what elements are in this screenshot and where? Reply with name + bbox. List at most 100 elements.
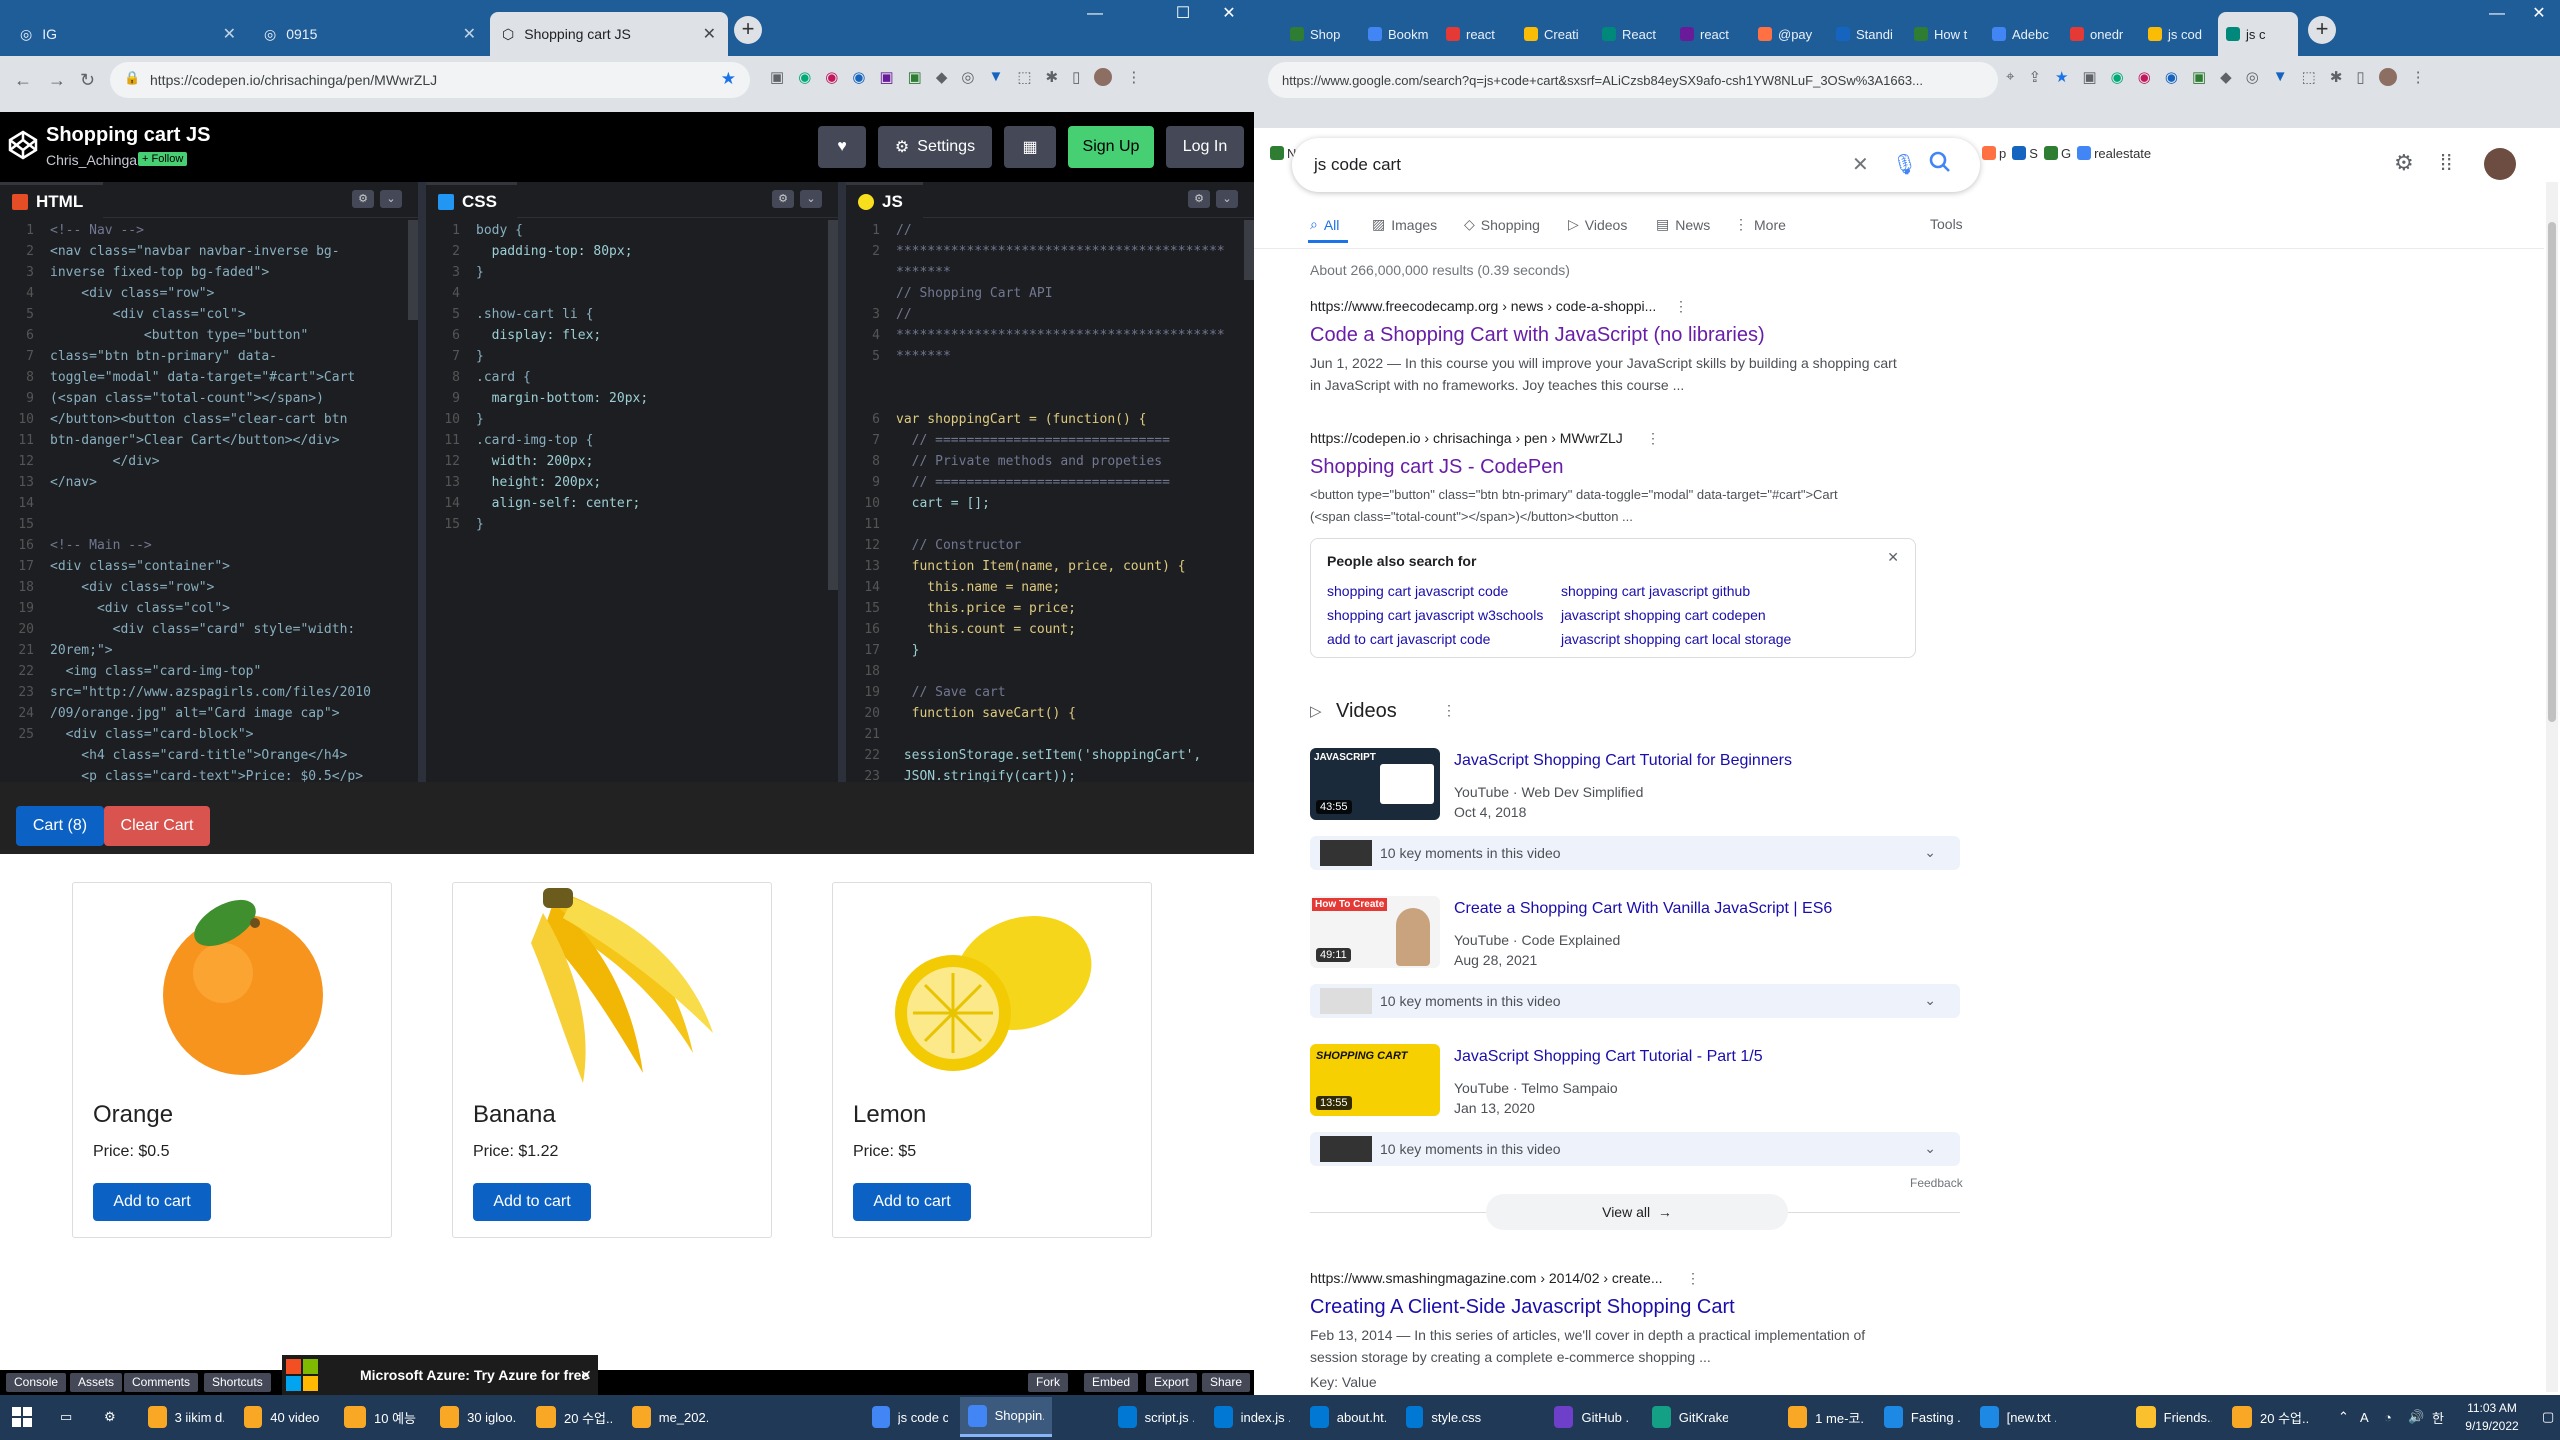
assets-button[interactable]: Assets: [70, 1373, 123, 1392]
result-url[interactable]: https://www.smashingmagazine.com › 2014/…: [1310, 1270, 1663, 1286]
related-search-link[interactable]: javascript shopping cart local storage: [1561, 631, 1791, 647]
heart-button[interactable]: ♥: [818, 126, 866, 168]
console-button[interactable]: Console: [6, 1373, 67, 1392]
extension-icon[interactable]: ◆: [2220, 68, 2232, 86]
new-tab-button[interactable]: +: [734, 16, 762, 44]
taskbar-app[interactable]: index.js ...: [1206, 1397, 1298, 1437]
more-options-icon[interactable]: ⋮: [1686, 1270, 1700, 1287]
back-icon[interactable]: ←: [14, 70, 32, 91]
apps-grid-icon[interactable]: ⁞⁞: [2440, 150, 2452, 176]
embed-button[interactable]: Embed: [1084, 1373, 1139, 1392]
taskbar-app[interactable]: Shoppin...: [960, 1397, 1052, 1437]
video-thumbnail[interactable]: SHOPPING CART 13:55: [1310, 1044, 1440, 1116]
azure-ad[interactable]: Microsoft Azure: Try Azure for free ✕: [282, 1355, 598, 1395]
browser-tab[interactable]: js cod: [2140, 12, 2220, 56]
taskbar-app[interactable]: Fasting ...: [1876, 1397, 1968, 1437]
taskbar-app[interactable]: script.js ...: [1110, 1397, 1202, 1437]
share-icon[interactable]: ⇪: [2028, 68, 2041, 86]
more-options-icon[interactable]: ⋮: [1674, 298, 1688, 315]
reload-icon[interactable]: ↻: [80, 70, 95, 91]
close-window-button[interactable]: ✕: [1206, 0, 1252, 30]
tab-ig[interactable]: ◎ IG ✕: [8, 12, 248, 56]
export-button[interactable]: Export: [1146, 1373, 1197, 1392]
close-icon[interactable]: ✕: [1887, 549, 1899, 566]
address-bar[interactable]: https://www.google.com/search?q=js+code+…: [1268, 62, 1998, 98]
taskbar-app[interactable]: 40 video...: [236, 1397, 328, 1437]
taskbar-app[interactable]: about.ht...: [1302, 1397, 1394, 1437]
video-thumbnail[interactable]: JAVASCRIPT 43:55: [1310, 748, 1440, 820]
cart-button[interactable]: Cart (8): [16, 806, 104, 846]
taskbar-app[interactable]: [new.txt ...: [1972, 1397, 2064, 1437]
scrollbar[interactable]: [1244, 220, 1254, 280]
video-title[interactable]: JavaScript Shopping Cart Tutorial - Part…: [1454, 1048, 1763, 1066]
video-title[interactable]: Create a Shopping Cart With Vanilla Java…: [1454, 900, 1832, 918]
css-code[interactable]: 1 body {2 padding-top: 80px; 3} 4 5 .show-car…: [426, 220, 838, 782]
view-all-button[interactable]: View all →: [1486, 1194, 1788, 1230]
tools-button[interactable]: Tools: [1930, 216, 1963, 232]
add-to-cart-button[interactable]: Add to cart: [93, 1183, 211, 1221]
signup-button[interactable]: Sign Up: [1068, 126, 1154, 168]
profile-avatar[interactable]: [2378, 68, 2397, 86]
search-box[interactable]: js code cart ✕ 🎙: [1292, 138, 1980, 192]
result-title[interactable]: Code a Shopping Cart with JavaScript (no…: [1310, 324, 1765, 347]
close-tab-icon[interactable]: ✕: [703, 24, 716, 44]
add-to-cart-button[interactable]: Add to cart: [853, 1183, 971, 1221]
extension-icon[interactable]: ◉: [2138, 68, 2151, 86]
browser-tab[interactable]: How t: [1906, 12, 1986, 56]
puzzle-icon[interactable]: ✱: [2330, 68, 2343, 86]
extension-icon[interactable]: ◆: [936, 68, 948, 86]
editor-settings-icon[interactable]: ⚙: [352, 190, 374, 208]
forward-icon[interactable]: →: [48, 70, 66, 91]
settings-icon[interactable]: ⚙: [96, 1397, 124, 1437]
comments-button[interactable]: Comments: [124, 1373, 199, 1392]
close-window-button[interactable]: ✕: [2516, 0, 2560, 30]
more-options-icon[interactable]: ⋮: [1442, 702, 1456, 719]
new-tab-button[interactable]: +: [2308, 16, 2336, 44]
tab-0915[interactable]: ◎ 0915 ✕: [252, 12, 488, 56]
address-bar[interactable]: 🔒 https://codepen.io/chrisachinga/pen/MW…: [110, 62, 750, 98]
taskbar-app[interactable]: Friends...: [2128, 1397, 2220, 1437]
chevron-down-icon[interactable]: ⌄: [800, 190, 822, 208]
browser-tab[interactable]: React: [1594, 12, 1674, 56]
add-to-cart-button[interactable]: Add to cart: [473, 1183, 591, 1221]
bookmark-item[interactable]: S: [2012, 146, 2038, 161]
share-button[interactable]: Share: [1202, 1373, 1251, 1392]
js-code[interactable]: 1//2 ************************************…: [846, 220, 1254, 782]
maximize-button[interactable]: ☐: [1160, 0, 1206, 30]
start-button[interactable]: [4, 1397, 40, 1437]
editor-settings-icon[interactable]: ⚙: [772, 190, 794, 208]
taskbar-app[interactable]: GitHub ...: [1546, 1397, 1638, 1437]
close-ad-icon[interactable]: ✕: [580, 1367, 592, 1384]
language-indicator[interactable]: A: [2352, 1397, 2377, 1437]
taskbar-app[interactable]: 20 수업...: [2224, 1397, 2316, 1437]
taskbar-app[interactable]: 30 igloo...: [432, 1397, 524, 1437]
tab-news[interactable]: ▤ News: [1656, 216, 1710, 233]
location-icon[interactable]: ⌖: [2006, 68, 2014, 86]
settings-button[interactable]: ⚙ Settings: [878, 126, 992, 168]
more-options-icon[interactable]: ⋮: [1646, 430, 1660, 447]
browser-tab[interactable]: onedr: [2062, 12, 2142, 56]
sidebar-icon[interactable]: ▯: [1072, 68, 1080, 86]
page-scrollbar[interactable]: [2546, 182, 2558, 1392]
layout-button[interactable]: ▦: [1004, 126, 1056, 168]
result-title[interactable]: Shopping cart JS - CodePen: [1310, 456, 1564, 479]
tab-shopping-cart-js[interactable]: ⬡ Shopping cart JS ✕: [490, 12, 728, 56]
js-editor[interactable]: JS ⚙ ⌄ 1//2 *****************************…: [846, 182, 1254, 782]
bookmark-item[interactable]: G: [2043, 146, 2071, 161]
extension-icon[interactable]: ⬚: [1017, 68, 1031, 86]
tab-more[interactable]: ⋮ More: [1734, 216, 1786, 233]
minimize-button[interactable]: —: [1072, 0, 1118, 30]
taskbar-app[interactable]: 1 me-코...: [1780, 1397, 1872, 1437]
ime-indicator[interactable]: 한: [2424, 1397, 2452, 1437]
browser-tab[interactable]: js c: [2218, 12, 2298, 56]
chevron-down-icon[interactable]: ⌄: [380, 190, 402, 208]
extension-icon[interactable]: ▣: [879, 68, 893, 86]
extension-icon[interactable]: ◉: [852, 68, 865, 86]
browser-tab[interactable]: Creati: [1516, 12, 1596, 56]
menu-icon[interactable]: ⋮: [1126, 68, 1141, 86]
extension-icon[interactable]: ◉: [825, 68, 838, 86]
browser-tab[interactable]: Bookm: [1360, 12, 1440, 56]
video-title[interactable]: JavaScript Shopping Cart Tutorial for Be…: [1454, 752, 1792, 770]
related-search-link[interactable]: add to cart javascript code: [1327, 631, 1490, 647]
minimize-button[interactable]: —: [2474, 0, 2520, 30]
